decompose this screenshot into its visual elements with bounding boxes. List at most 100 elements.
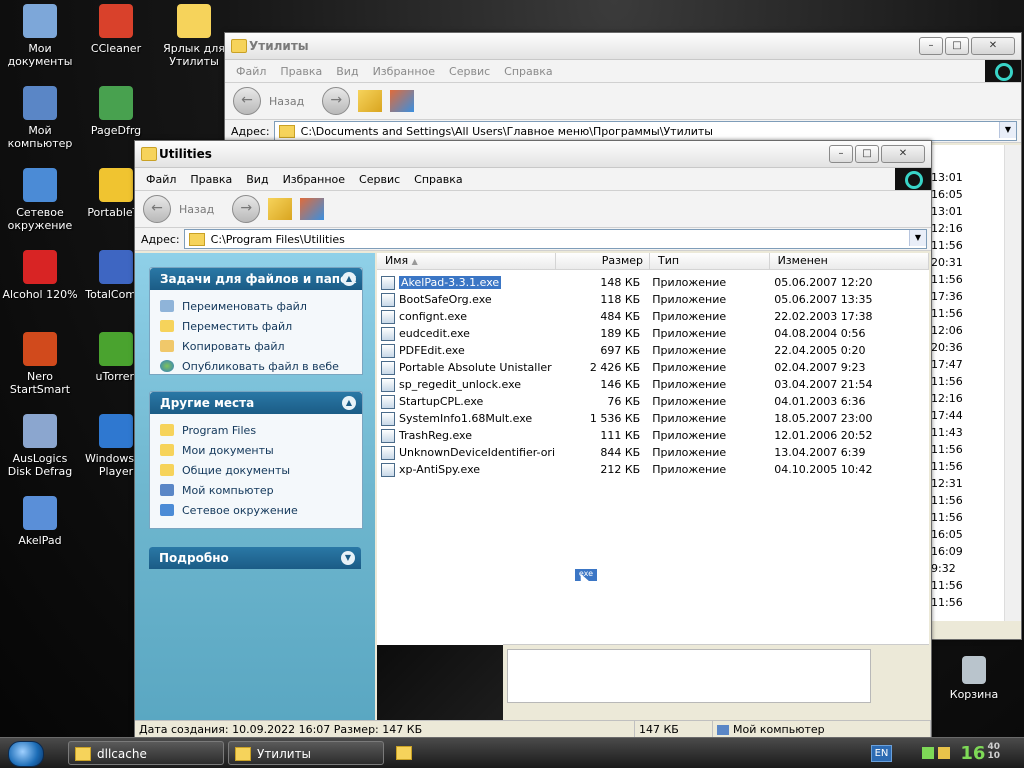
titlebar[interactable]: Utilities – □ ✕	[135, 141, 931, 168]
menu-file[interactable]: Файл	[229, 65, 273, 78]
file-name-cell: TrashReg.exe	[377, 428, 555, 443]
close-button[interactable]: ✕	[971, 37, 1015, 55]
file-row[interactable]: UnknownDeviceIdentifier-orig... 844 КБ При…	[377, 444, 929, 461]
file-name: xp-AntiSpy.exe	[399, 463, 481, 476]
desktop-icon[interactable]: AusLogics Disk Defrag	[0, 414, 80, 478]
folder-up-icon[interactable]	[268, 198, 293, 220]
back-list-time: 13:01	[931, 171, 963, 184]
menu-favorites[interactable]: Избранное	[276, 173, 352, 186]
desktop-app-icon	[23, 496, 57, 530]
menu-file[interactable]: Файл	[139, 173, 183, 186]
minimize-button[interactable]: –	[829, 145, 853, 163]
collapse-icon[interactable]: ▲	[342, 396, 356, 410]
language-indicator[interactable]: EN	[870, 744, 893, 762]
column-modified[interactable]: Изменен	[770, 253, 929, 269]
menu-view[interactable]: Вид	[239, 173, 275, 186]
column-name[interactable]: Имя ▲	[377, 253, 557, 269]
desktop-icon[interactable]: Nero StartSmart	[0, 332, 80, 396]
desktop-icon[interactable]: PageDfrg	[76, 86, 156, 137]
menu-help[interactable]: Справка	[497, 65, 559, 78]
file-row[interactable]: eudcedit.exe 189 КБ Приложение 04.08.2004 0…	[377, 325, 929, 342]
places-panel-header[interactable]: Другие места ▲	[150, 392, 362, 414]
column-name-label: Имя	[385, 254, 409, 267]
details-panel-header[interactable]: Подробно ▼	[149, 547, 361, 569]
column-size-label: Размер	[601, 254, 644, 267]
file-name: AkelPad-3.3.1.exe	[399, 276, 502, 289]
file-row[interactable]: TrashReg.exe 111 КБ Приложение 12.01.2006 2…	[377, 427, 929, 444]
views-icon[interactable]	[390, 90, 415, 112]
maximize-button[interactable]: □	[945, 37, 969, 55]
file-row[interactable]: AkelPad-3.3.1.exe 148 КБ Приложение 05.06.2…	[377, 274, 929, 291]
task-rename[interactable]: Переименовать файл	[150, 296, 362, 316]
clock[interactable]: 16 40 10	[960, 742, 1000, 764]
titlebar[interactable]: Утилиты – □ ✕	[225, 33, 1021, 60]
dropdown-arrow-icon[interactable]: ▼	[999, 122, 1016, 138]
file-modified: 18.05.2007 23:00	[774, 412, 873, 425]
maximize-button[interactable]: □	[855, 145, 879, 163]
file-row[interactable]: Portable Absolute Unistaller 2... 2 426 К…	[377, 359, 929, 376]
task-publish[interactable]: Опубликовать файл в вебе	[150, 356, 362, 376]
place-network[interactable]: Сетевое окружение	[150, 500, 362, 520]
dropdown-arrow-icon[interactable]: ▼	[909, 230, 926, 246]
desktop-icon[interactable]: Мои документы	[0, 4, 80, 68]
exe-file-icon	[381, 360, 395, 375]
views-icon[interactable]	[300, 198, 325, 220]
taskbar-item-dllcache[interactable]: dllcache	[68, 741, 224, 765]
file-row[interactable]: sp_regedit_unlock.exe 146 КБ Приложение 03.…	[377, 376, 929, 393]
window-title: Утилиты	[249, 39, 309, 53]
flag-tray-icon[interactable]	[938, 747, 951, 759]
menu-view[interactable]: Вид	[329, 65, 365, 78]
tasks-panel-header[interactable]: Задачи для файлов и папок ▲	[150, 268, 362, 290]
start-button[interactable]	[8, 741, 44, 767]
column-type[interactable]: Тип	[650, 253, 770, 269]
collapse-icon[interactable]: ▲	[342, 272, 356, 286]
file-row[interactable]: BootSafeOrg.exe 118 КБ Приложение 05.06.200…	[377, 291, 929, 308]
menu-edit[interactable]: Правка	[183, 173, 239, 186]
place-my-documents[interactable]: Мои документы	[150, 440, 362, 460]
network-tray-icon[interactable]	[922, 747, 935, 759]
rename-icon	[160, 300, 174, 312]
place-my-computer[interactable]: Мой компьютер	[150, 480, 362, 500]
folder-up-icon[interactable]	[358, 90, 383, 112]
menu-help[interactable]: Справка	[407, 173, 469, 186]
file-name-cell: confignt.exe	[377, 309, 555, 324]
back-arrow-icon[interactable]: ←	[233, 87, 261, 115]
menu-tools[interactable]: Сервис	[442, 65, 497, 78]
desktop-icon[interactable]: Мой компьютер	[0, 86, 80, 150]
menu-edit[interactable]: Правка	[273, 65, 329, 78]
desktop-icon[interactable]: CCleaner	[76, 4, 156, 55]
task-copy[interactable]: Копировать файл	[150, 336, 362, 356]
desktop-icon[interactable]: Alcohol 120%	[0, 250, 80, 301]
back-arrow-icon[interactable]: ←	[143, 195, 171, 223]
column-size[interactable]: Размер	[556, 253, 651, 269]
address-input[interactable]: C:\Documents and Settings\All Users\Глав…	[273, 121, 1017, 141]
file-row[interactable]: confignt.exe 484 КБ Приложение 22.02.2003 1…	[377, 308, 929, 325]
desktop-icon[interactable]: Сетевое окружение	[0, 168, 80, 232]
file-row[interactable]: PDFEdit.exe 697 КБ Приложение 22.04.2005 0:…	[377, 342, 929, 359]
file-row[interactable]: SystemInfo1.68Mult.exe 1 536 КБ Приложение…	[377, 410, 929, 427]
task-move[interactable]: Переместить файл	[150, 316, 362, 336]
file-row[interactable]: xp-AntiSpy.exe 212 КБ Приложение 04.10.2005…	[377, 461, 929, 478]
address-label: Адрес:	[231, 124, 270, 138]
expand-icon[interactable]: ▼	[341, 551, 355, 565]
desktop-icon[interactable]: Ярлык для Утилиты	[154, 4, 234, 68]
places-panel: Другие места ▲ Program Files Мои докумен…	[149, 391, 363, 529]
menu-favorites[interactable]: Избранное	[366, 65, 442, 78]
desktop-app-icon	[99, 250, 133, 284]
file-row[interactable]: StartupCPL.exe 76 КБ Приложение 04.01.2003 …	[377, 393, 929, 410]
forward-arrow-icon[interactable]: →	[322, 87, 351, 115]
close-button[interactable]: ✕	[881, 145, 925, 163]
forward-arrow-icon[interactable]: →	[232, 195, 261, 223]
minimize-button[interactable]: –	[919, 37, 943, 55]
place-program-files[interactable]: Program Files	[150, 420, 362, 440]
scrollbar[interactable]	[1004, 145, 1021, 621]
address-input[interactable]: C:\Program Files\Utilities ▼	[183, 229, 927, 249]
taskbar-item-folder[interactable]	[390, 741, 420, 765]
menu-tools[interactable]: Сервис	[352, 173, 407, 186]
desktop-icon[interactable]: AkelPad	[0, 496, 80, 547]
desktop-icon-label: Nero StartSmart	[9, 370, 71, 396]
taskbar-item-utility[interactable]: Утилиты	[228, 741, 384, 765]
desktop-app-icon	[99, 414, 133, 448]
recycle-bin-icon[interactable]: Корзина	[934, 656, 1014, 701]
place-shared-documents[interactable]: Общие документы	[150, 460, 362, 480]
